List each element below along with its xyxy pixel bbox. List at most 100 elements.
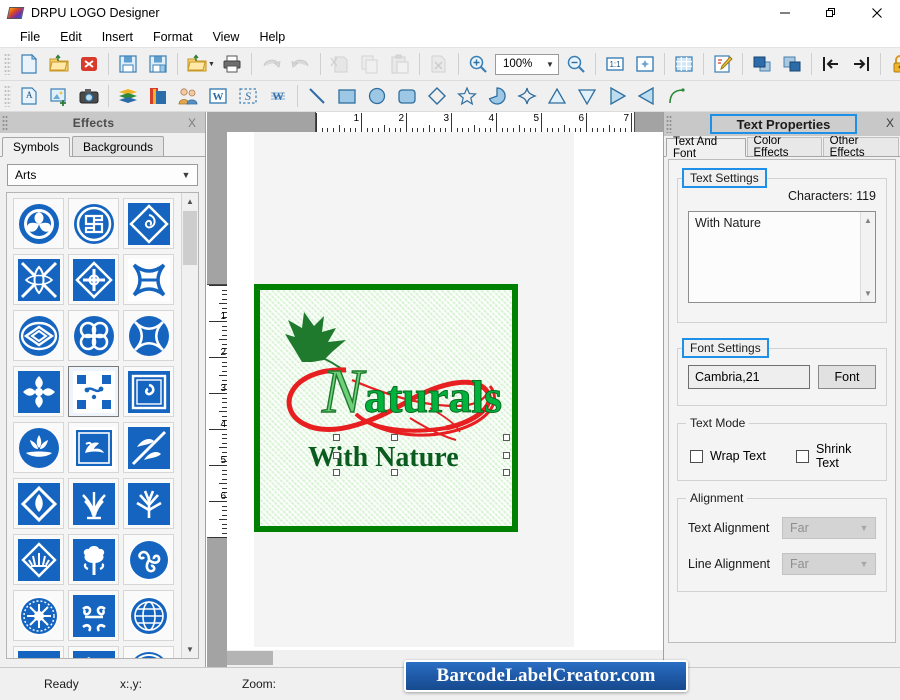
symbol-cell[interactable] [68, 254, 119, 305]
add-text-icon[interactable]: A [14, 82, 44, 110]
add-image-icon[interactable] [44, 82, 74, 110]
camera-icon[interactable] [74, 82, 104, 110]
wrap-text-checkbox[interactable]: Wrap Text [690, 442, 796, 470]
shrink-text-checkbox[interactable]: Shrink Text [795, 442, 876, 470]
font-button[interactable]: Font [818, 365, 876, 389]
symbol-cell[interactable] [123, 366, 174, 417]
symbol-cell[interactable] [68, 310, 119, 361]
close-button[interactable] [854, 0, 900, 27]
menu-insert[interactable]: Insert [92, 28, 143, 47]
symbol-cell[interactable] [13, 534, 64, 585]
zoom-out-icon[interactable] [561, 50, 591, 78]
selection-handle-sw[interactable] [333, 469, 340, 476]
chevron-down-icon[interactable]: ▼ [208, 61, 215, 68]
symbol-cell[interactable] [68, 590, 119, 641]
tab-symbols[interactable]: Symbols [2, 137, 71, 157]
chevron-down-icon[interactable]: ▼ [853, 523, 875, 533]
symbol-cell[interactable] [13, 254, 64, 305]
symbol-cell[interactable] [123, 478, 174, 529]
text-content-textarea[interactable]: With Nature ▲ ▼ [688, 211, 876, 303]
symbol-cell[interactable] [123, 310, 174, 361]
layers-icon[interactable] [113, 82, 143, 110]
open-icon[interactable] [44, 50, 74, 78]
signature-icon[interactable]: S [233, 82, 263, 110]
redo-icon[interactable] [286, 50, 316, 78]
copy-icon[interactable] [355, 50, 385, 78]
symbol-cell[interactable] [68, 478, 119, 529]
line-shape-icon[interactable] [302, 82, 332, 110]
effects-panel-close-icon[interactable]: X [179, 116, 205, 130]
symbol-gallery-scrollbar[interactable]: ▲ ▼ [181, 193, 198, 658]
menu-help[interactable]: Help [249, 28, 295, 47]
align-left-icon[interactable] [816, 50, 846, 78]
symbol-cell[interactable] [68, 422, 119, 473]
color-palette-icon[interactable] [143, 82, 173, 110]
symbol-cell[interactable] [123, 590, 174, 641]
selection-handle-se[interactable] [503, 469, 510, 476]
chevron-down-icon[interactable]: ▼ [542, 60, 558, 69]
zoom-level-combo[interactable]: 100% ▼ [494, 53, 559, 75]
edit-design-icon[interactable] [708, 50, 738, 78]
triangle-up-shape-icon[interactable] [542, 82, 572, 110]
watermark-icon[interactable]: W [263, 82, 293, 110]
new-icon[interactable] [14, 50, 44, 78]
delete-icon[interactable] [424, 50, 454, 78]
line-alignment-select[interactable]: Far ▼ [782, 553, 876, 575]
symbol-cell[interactable] [123, 646, 174, 658]
symbol-cell[interactable] [123, 422, 174, 473]
grid-icon[interactable] [669, 50, 699, 78]
rectangle-shape-icon[interactable] [332, 82, 362, 110]
send-back-icon[interactable] [777, 50, 807, 78]
scrollbar-thumb[interactable] [183, 211, 197, 265]
toolbar-grip-icon[interactable] [4, 85, 11, 107]
chevron-down-icon[interactable]: ▼ [175, 170, 197, 180]
cut-icon[interactable] [325, 50, 355, 78]
tab-text-and-font[interactable]: Text And Font [666, 136, 746, 160]
contacts-icon[interactable] [173, 82, 203, 110]
undo-icon[interactable] [256, 50, 286, 78]
tab-backgrounds[interactable]: Backgrounds [72, 136, 165, 156]
tab-other-effects[interactable]: Other Effects [822, 135, 899, 159]
symbol-cell[interactable] [13, 310, 64, 361]
symbol-cell[interactable] [13, 422, 64, 473]
symbol-cell[interactable] [123, 534, 174, 585]
textarea-scrollbar[interactable]: ▲ ▼ [860, 212, 875, 302]
word-art-icon[interactable]: W [203, 82, 233, 110]
minimize-button[interactable] [762, 0, 808, 27]
print-icon[interactable] [217, 50, 247, 78]
zoom-in-icon[interactable] [463, 50, 493, 78]
curve-shape-icon[interactable] [662, 82, 692, 110]
triangle-left-shape-icon[interactable] [632, 82, 662, 110]
close-document-icon[interactable] [74, 50, 104, 78]
symbol-cell[interactable] [68, 366, 119, 417]
rounded-rect-shape-icon[interactable] [392, 82, 422, 110]
symbol-cell[interactable] [68, 646, 119, 658]
selection-handle-e[interactable] [503, 452, 510, 459]
four-point-star-icon[interactable] [512, 82, 542, 110]
paste-icon[interactable] [385, 50, 415, 78]
symbol-cell[interactable] [13, 646, 64, 658]
symbol-cell[interactable] [13, 198, 64, 249]
text-alignment-select[interactable]: Far ▼ [782, 517, 876, 539]
logo-object[interactable]: N aturals With Nature [254, 284, 518, 532]
scroll-up-icon[interactable]: ▲ [861, 213, 875, 228]
symbol-cell[interactable] [13, 590, 64, 641]
checkbox-box-icon[interactable] [690, 449, 703, 463]
star-shape-icon[interactable] [452, 82, 482, 110]
scroll-down-icon[interactable]: ▼ [182, 641, 198, 658]
canvas-scroll-area[interactable]: N aturals With Nature [227, 132, 663, 667]
scroll-down-icon[interactable]: ▼ [861, 286, 875, 301]
symbol-cell[interactable] [68, 198, 119, 249]
menu-format[interactable]: Format [143, 28, 203, 47]
tab-color-effects[interactable]: Color Effects [746, 135, 822, 159]
scrollbar-thumb[interactable] [227, 651, 273, 665]
fit-page-icon[interactable] [630, 50, 660, 78]
menu-edit[interactable]: Edit [50, 28, 92, 47]
font-value-field[interactable]: Cambria,21 [688, 365, 810, 389]
align-right-icon[interactable] [846, 50, 876, 78]
restore-button[interactable] [808, 0, 854, 27]
ellipse-shape-icon[interactable] [362, 82, 392, 110]
toolbar-grip-icon[interactable] [4, 53, 11, 75]
lock-icon[interactable] [885, 50, 900, 78]
menu-file[interactable]: File [10, 28, 50, 47]
